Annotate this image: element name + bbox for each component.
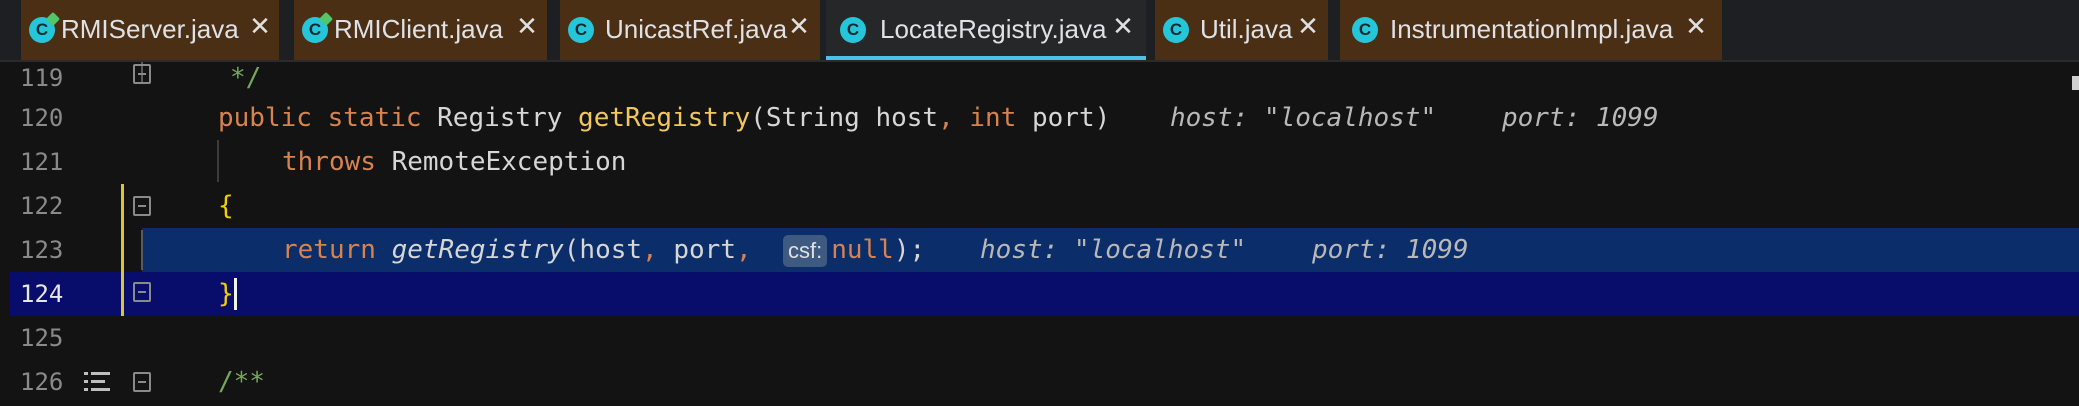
line-number: 122 — [20, 192, 64, 220]
keyword: return — [282, 235, 376, 265]
line-number: 123 — [20, 236, 64, 264]
method-call: getRegistry — [391, 235, 564, 265]
line-number: 120 — [20, 104, 64, 132]
code-line-126: 126 /** — [0, 360, 2079, 404]
tab-label: InstrumentationImpl.java — [1390, 14, 1674, 44]
scrollbar-marker[interactable] — [2072, 76, 2079, 90]
close-icon[interactable]: ✕ — [786, 12, 812, 42]
keyword: public — [218, 103, 312, 133]
parameter-name-hint: csf: — [782, 235, 828, 267]
keyword: throws — [282, 147, 376, 177]
fold-collapse-icon[interactable] — [133, 64, 151, 84]
code-text: public static Registry getRegistry(Strin… — [218, 96, 1110, 140]
close-icon[interactable]: ✕ — [247, 12, 273, 42]
java-class-icon: C — [1163, 17, 1189, 43]
vcs-change-marker[interactable] — [121, 184, 124, 316]
inlay-hint-host: host: "localhost" — [1170, 103, 1437, 133]
code-line-121: 121 throws RemoteException — [0, 140, 2079, 184]
line-number: 119 — [20, 64, 64, 92]
params: (String host — [750, 103, 939, 133]
tab-util[interactable]: C Util.java ✕ — [1155, 0, 1328, 60]
java-class-icon: C — [840, 17, 866, 43]
method-name: getRegistry — [578, 103, 751, 133]
keyword: static — [327, 103, 422, 133]
code-editor[interactable]: 119 */ 120 public static Registry getReg… — [0, 62, 2079, 406]
close-icon[interactable]: ✕ — [514, 12, 540, 42]
punct: , — [642, 235, 658, 265]
open-brace: { — [218, 191, 234, 221]
line-number: 125 — [20, 324, 64, 352]
code-line-122: 122 { — [0, 184, 2079, 228]
line-number: 126 — [20, 368, 64, 396]
keyword: null — [831, 235, 894, 265]
punct: , — [938, 103, 954, 133]
fold-collapse-icon[interactable] — [133, 196, 151, 216]
tab-unicastref[interactable]: C UnicastRef.java ✕ — [560, 0, 820, 60]
structure-list-icon[interactable] — [84, 370, 110, 394]
tab-label: LocateRegistry.java — [880, 14, 1107, 44]
close-icon[interactable]: ✕ — [1110, 12, 1136, 42]
inlay-hint-port: port: 1099 — [1312, 235, 1469, 265]
code-text: return getRegistry(host, port, csf: null)… — [282, 228, 925, 272]
inlay-hint-port: port: 1099 — [1502, 103, 1659, 133]
tab-instrumentationimpl[interactable]: C InstrumentationImpl.java ✕ — [1340, 0, 1722, 60]
close-icon[interactable]: ✕ — [1683, 12, 1709, 42]
tab-label: RMIClient.java — [334, 14, 504, 44]
java-class-icon: C — [1352, 17, 1378, 43]
comment-text: */ — [230, 63, 262, 93]
line-number: 124 — [20, 280, 64, 308]
params: port) — [1032, 103, 1111, 133]
close-brace: } — [218, 279, 234, 309]
line-number: 121 — [20, 148, 64, 176]
inlay-hint-host: host: "localhost" — [980, 235, 1247, 265]
java-class-icon: C — [568, 17, 594, 43]
fold-collapse-icon[interactable] — [133, 282, 151, 302]
tab-label: Util.java — [1200, 14, 1293, 44]
tab-rmiserver[interactable]: C RMIServer.java ✕ — [21, 0, 279, 60]
text-caret — [234, 278, 237, 310]
code-text: throws RemoteException — [282, 140, 626, 184]
code-line-120: 120 public static Registry getRegistry(S… — [0, 96, 2079, 140]
punct: , — [735, 235, 752, 265]
java-run-icon: C — [302, 17, 328, 43]
java-run-icon: C — [29, 17, 55, 43]
tab-label: UnicastRef.java — [605, 14, 788, 44]
code-line-124: 124 } — [10, 272, 2079, 316]
tab-rmiclient[interactable]: C RMIClient.java ✕ — [294, 0, 547, 60]
indent-guide — [217, 140, 219, 182]
code-line-123: 123 return getRegistry(host, port, csf: n… — [0, 228, 2079, 272]
tab-locateregistry[interactable]: C LocateRegistry.java ✕ — [826, 0, 1146, 62]
code-line-119: 119 */ — [0, 56, 2079, 100]
comment-text: /** — [218, 367, 265, 397]
fold-collapse-icon[interactable] — [133, 372, 151, 392]
editor-tab-bar: C RMIServer.java ✕ C RMIClient.java ✕ C … — [0, 0, 2079, 62]
code-line-125: 125 — [0, 316, 2079, 360]
args: (host — [563, 235, 643, 265]
tab-label: RMIServer.java — [61, 14, 239, 44]
close-icon[interactable]: ✕ — [1295, 12, 1321, 42]
fold-guide — [141, 230, 143, 270]
punct: ); — [893, 235, 926, 265]
type-name: RemoteException — [391, 147, 627, 177]
args: port — [673, 235, 736, 265]
keyword: int — [969, 103, 1017, 133]
type-name: Registry — [437, 103, 563, 133]
